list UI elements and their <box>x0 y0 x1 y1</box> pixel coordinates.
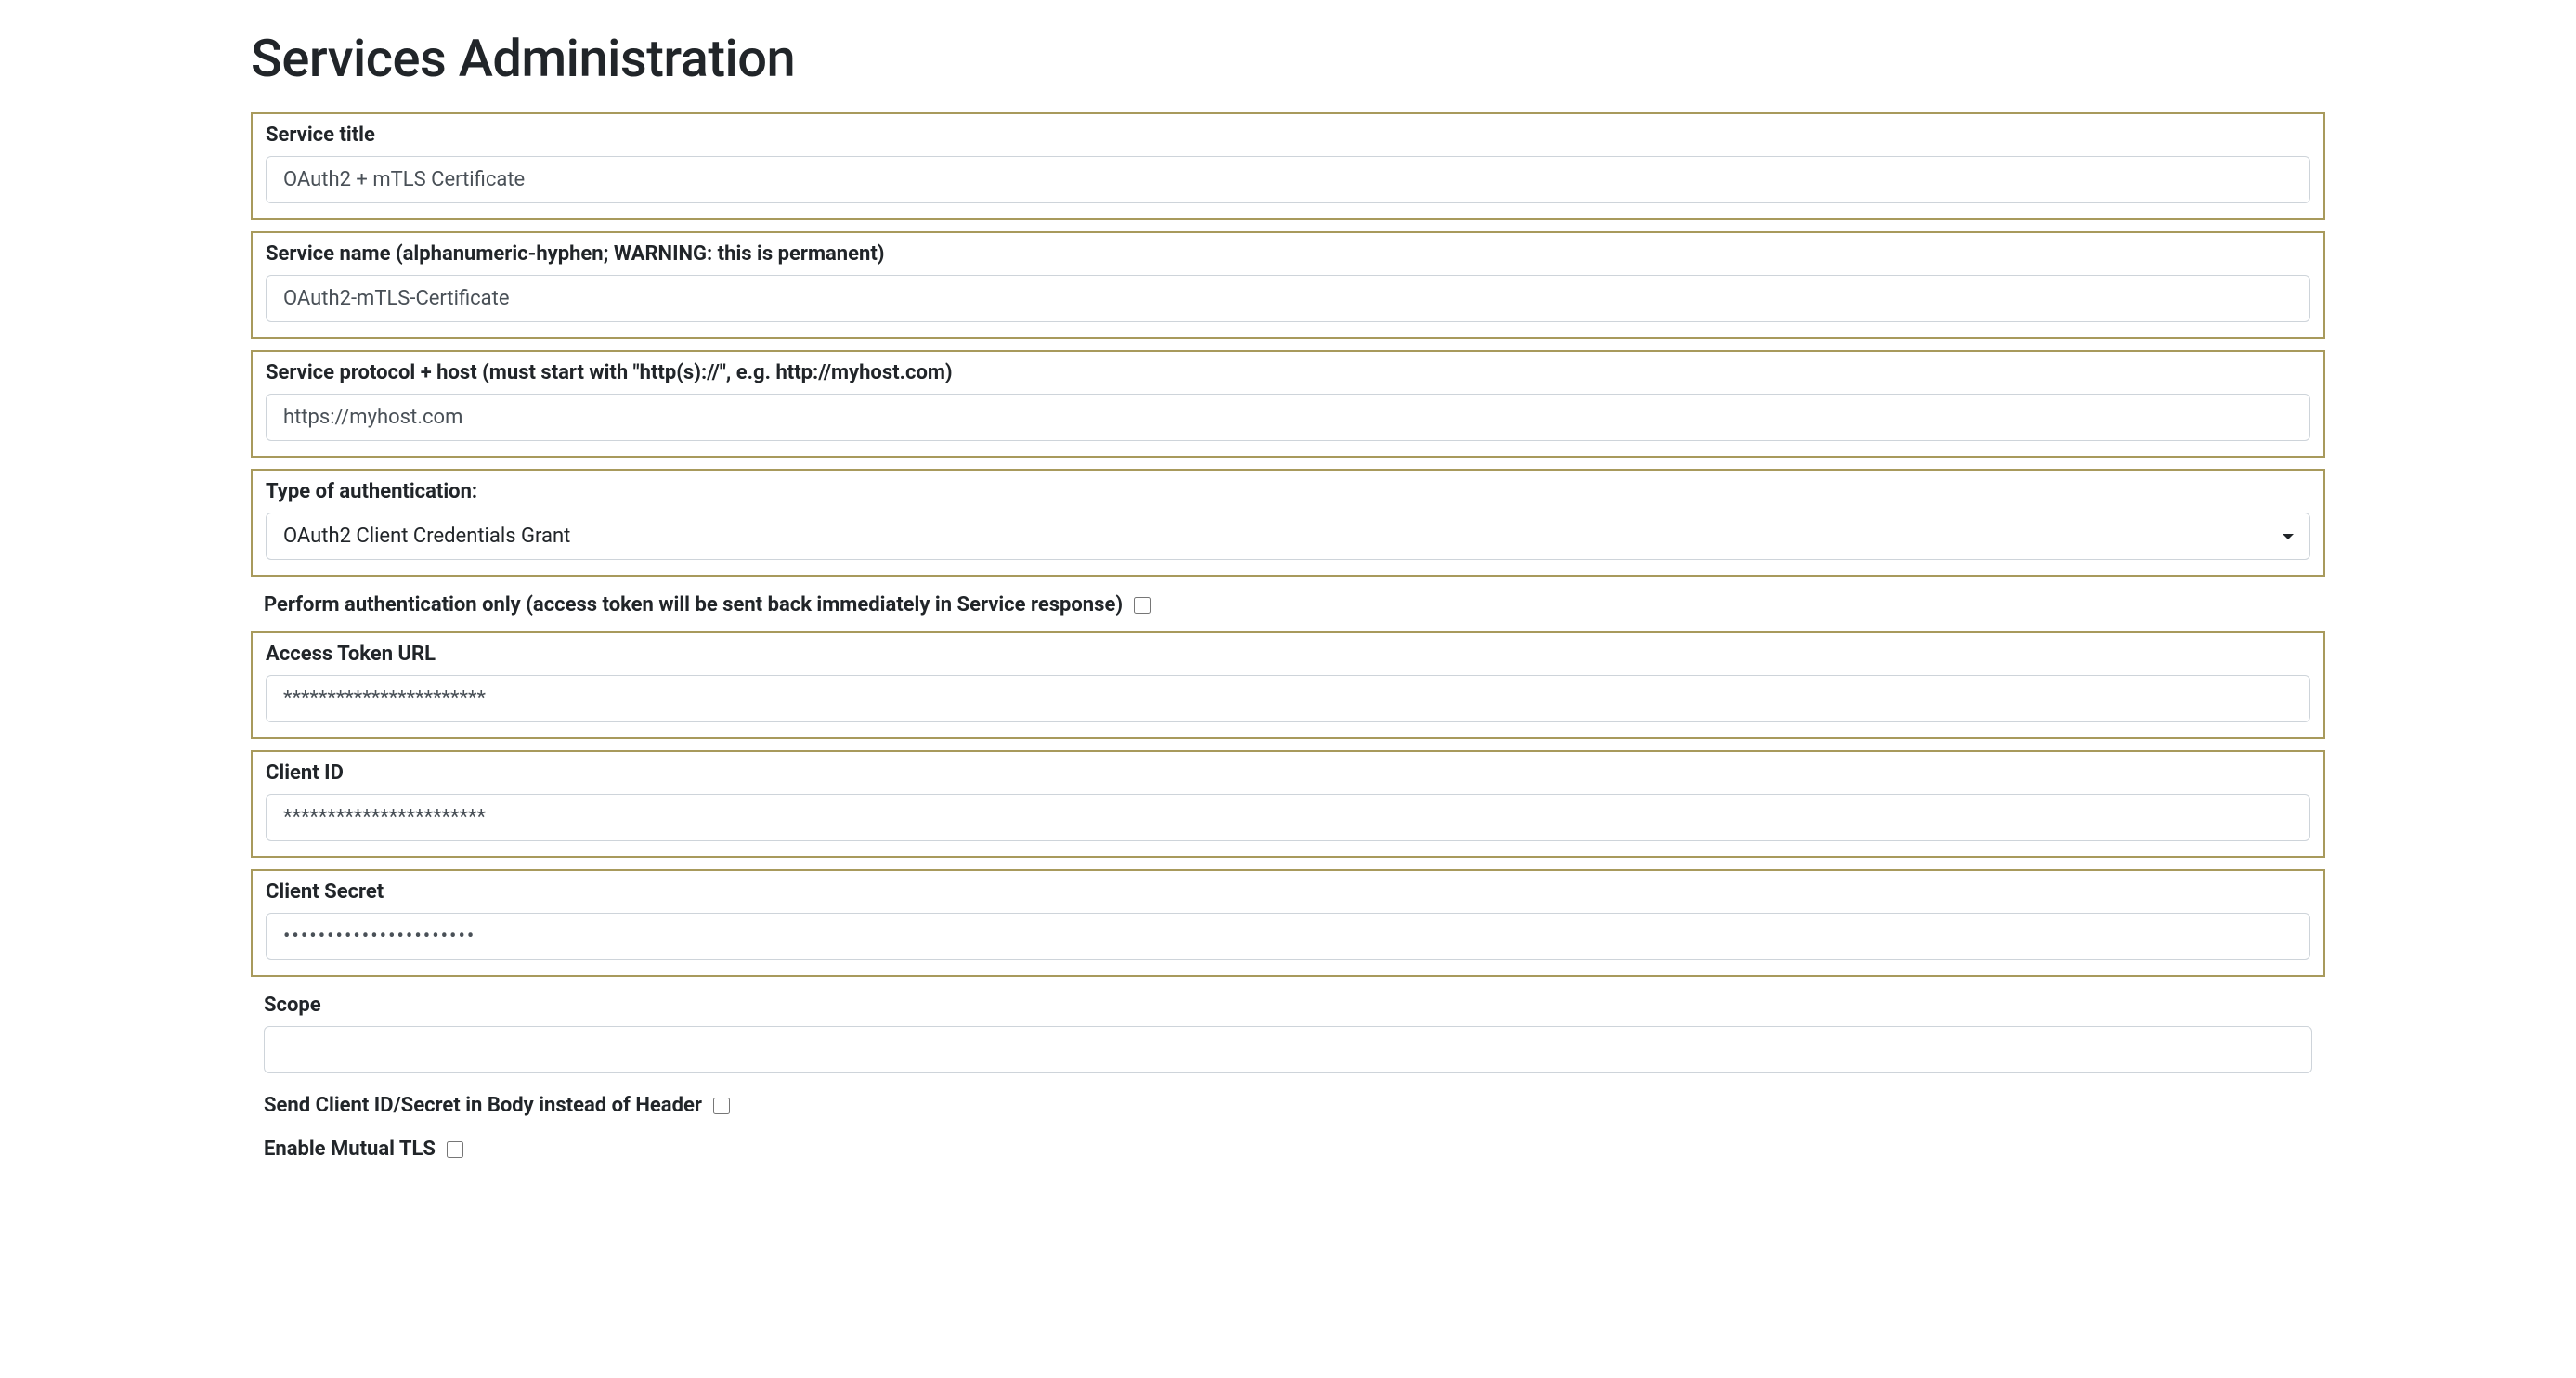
access-token-url-group: Access Token URL <box>251 631 2325 739</box>
perform-auth-only-checkbox[interactable] <box>1134 597 1151 614</box>
service-name-label: Service name (alphanumeric-hyphen; WARNI… <box>266 242 2310 266</box>
service-title-input[interactable] <box>266 156 2310 203</box>
enable-mtls-row: Enable Mutual TLS <box>251 1132 2325 1170</box>
service-host-input[interactable] <box>266 394 2310 441</box>
enable-mtls-label[interactable]: Enable Mutual TLS <box>264 1138 463 1161</box>
client-id-input[interactable] <box>266 794 2310 841</box>
service-name-input[interactable] <box>266 275 2310 322</box>
service-host-label: Service protocol + host (must start with… <box>266 361 2310 384</box>
client-id-group: Client ID <box>251 750 2325 858</box>
page-title: Services Administration <box>251 28 2325 89</box>
send-in-body-row: Send Client ID/Secret in Body instead of… <box>251 1088 2325 1126</box>
scope-group: Scope <box>251 988 2325 1083</box>
client-secret-input[interactable] <box>266 913 2310 960</box>
auth-type-select[interactable]: OAuth2 Client Credentials Grant <box>266 513 2310 560</box>
client-secret-label: Client Secret <box>266 880 2310 904</box>
service-title-group: Service title <box>251 112 2325 220</box>
scope-label: Scope <box>264 994 2312 1017</box>
service-host-group: Service protocol + host (must start with… <box>251 350 2325 458</box>
service-title-label: Service title <box>266 124 2310 147</box>
perform-auth-only-label[interactable]: Perform authentication only (access toke… <box>264 593 1151 617</box>
scope-input[interactable] <box>264 1026 2312 1073</box>
service-name-group: Service name (alphanumeric-hyphen; WARNI… <box>251 231 2325 339</box>
perform-auth-only-row: Perform authentication only (access toke… <box>251 588 2325 626</box>
auth-type-label: Type of authentication: <box>266 480 2310 503</box>
auth-type-group: Type of authentication: OAuth2 Client Cr… <box>251 469 2325 577</box>
send-in-body-checkbox[interactable] <box>713 1098 730 1114</box>
client-secret-group: Client Secret <box>251 869 2325 977</box>
client-id-label: Client ID <box>266 761 2310 785</box>
access-token-url-input[interactable] <box>266 675 2310 722</box>
send-in-body-label[interactable]: Send Client ID/Secret in Body instead of… <box>264 1094 730 1117</box>
enable-mtls-checkbox[interactable] <box>447 1141 463 1158</box>
access-token-url-label: Access Token URL <box>266 643 2310 666</box>
